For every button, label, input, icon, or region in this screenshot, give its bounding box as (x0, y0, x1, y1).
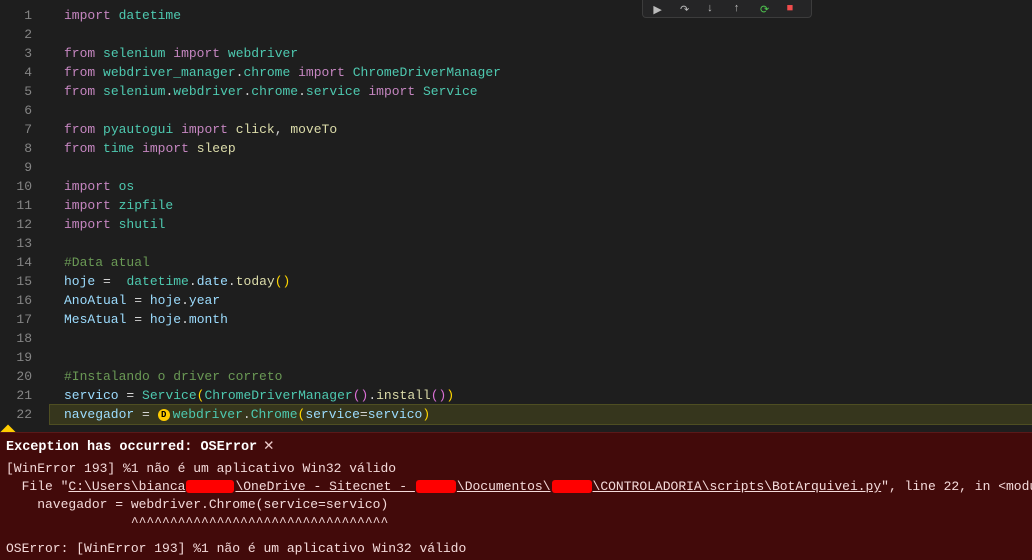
line-number: 2 (0, 25, 32, 44)
close-icon[interactable]: ✕ (263, 440, 274, 455)
code-editor[interactable]: 12345678910111213141516171819202122 impo… (0, 0, 1032, 435)
traceback-file-line: File "C:\Users\bianca\OneDrive - Sitecne… (6, 478, 1026, 496)
line-number: 21 (0, 386, 32, 405)
line-number: 18 (0, 329, 32, 348)
redacted-segment (186, 480, 234, 493)
line-number: 3 (0, 44, 32, 63)
line-number: 16 (0, 291, 32, 310)
line-number: 1 (0, 6, 32, 25)
redacted-segment (416, 480, 456, 493)
line-number: 10 (0, 177, 32, 196)
code-line[interactable]: navegador = Dwebdriver.Chrome(service=se… (50, 405, 1032, 424)
code-line[interactable]: hoje = datetime.date.today() (50, 272, 1032, 291)
code-line[interactable]: from selenium.webdriver.chrome.service i… (50, 82, 1032, 101)
line-number: 14 (0, 253, 32, 272)
traceback-carets: ^^^^^^^^^^^^^^^^^^^^^^^^^^^^^^^^^ (6, 514, 1026, 532)
exception-final: OSError: [WinError 193] %1 não é um apli… (6, 540, 1026, 558)
line-number: 22 (0, 405, 32, 424)
code-line[interactable] (50, 348, 1032, 367)
line-gutter: 12345678910111213141516171819202122 (0, 0, 50, 435)
code-line[interactable]: #Instalando o driver correto (50, 367, 1032, 386)
line-number: 8 (0, 139, 32, 158)
line-number: 17 (0, 310, 32, 329)
line-number: 5 (0, 82, 32, 101)
exception-panel: Exception has occurred: OSError ✕ [WinErr… (0, 432, 1032, 560)
line-number: 6 (0, 101, 32, 120)
line-number: 19 (0, 348, 32, 367)
code-line[interactable]: from webdriver_manager.chrome import Chr… (50, 63, 1032, 82)
code-line[interactable]: from selenium import webdriver (50, 44, 1032, 63)
code-line[interactable]: from time import sleep (50, 139, 1032, 158)
exception-type: OSError (200, 440, 257, 455)
code-line[interactable] (50, 158, 1032, 177)
line-number: 20 (0, 367, 32, 386)
line-number: 11 (0, 196, 32, 215)
line-number: 13 (0, 234, 32, 253)
code-line[interactable]: MesAtual = hoje.month (50, 310, 1032, 329)
code-area[interactable]: import datetime from selenium import webd… (50, 0, 1032, 435)
line-number: 9 (0, 158, 32, 177)
code-line[interactable]: import shutil (50, 215, 1032, 234)
code-line[interactable]: from pyautogui import click, moveTo (50, 120, 1032, 139)
line-number: 4 (0, 63, 32, 82)
traceback-path[interactable]: C:\Users\bianca\OneDrive - Sitecnet - \D… (68, 479, 881, 494)
code-line[interactable]: import datetime (50, 6, 1032, 25)
code-line[interactable]: import zipfile (50, 196, 1032, 215)
code-line[interactable] (50, 101, 1032, 120)
code-line[interactable]: AnoAtual = hoje.year (50, 291, 1032, 310)
line-number: 7 (0, 120, 32, 139)
line-number: 15 (0, 272, 32, 291)
code-line[interactable]: #Data atual (50, 253, 1032, 272)
exception-title: Exception has occurred: OSError ✕ (6, 439, 1026, 457)
exception-title-prefix: Exception has occurred: (6, 440, 200, 455)
code-line[interactable] (50, 329, 1032, 348)
code-line[interactable] (50, 234, 1032, 253)
code-line[interactable] (50, 25, 1032, 44)
code-line[interactable]: import os (50, 177, 1032, 196)
spacer (6, 532, 1026, 540)
line-number: 12 (0, 215, 32, 234)
redacted-segment (552, 480, 592, 493)
exception-message: [WinError 193] %1 não é um aplicativo Wi… (6, 460, 1026, 478)
code-line[interactable]: servico = Service(ChromeDriverManager().… (50, 386, 1032, 405)
traceback-code: navegador = webdriver.Chrome(service=ser… (6, 496, 1026, 514)
